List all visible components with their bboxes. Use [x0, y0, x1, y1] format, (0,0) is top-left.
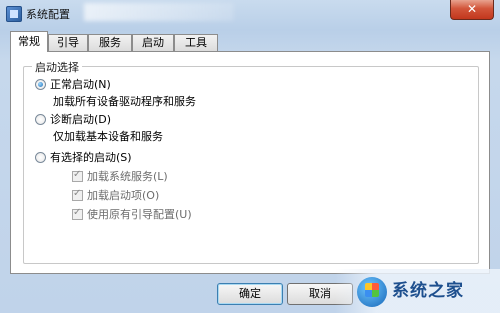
system-config-window: 系统配置 ✕ 常规 引导 服务 启动 工具 启动选择 正常启动(N) 加载所有设…	[0, 0, 500, 313]
normal-startup-label: 正常启动(N)	[50, 78, 111, 91]
title-blur-area	[84, 3, 234, 21]
load-startup-items-option[interactable]: 加载启动项(O)	[72, 188, 159, 202]
window-title: 系统配置	[26, 8, 70, 21]
load-system-services-checkbox[interactable]	[72, 169, 83, 182]
title-bar[interactable]: 系统配置 ✕	[0, 0, 500, 28]
tab-general[interactable]: 常规	[10, 31, 48, 52]
normal-startup-description: 加载所有设备驱动程序和服务	[53, 95, 196, 108]
normal-startup-option[interactable]: 正常启动(N)	[35, 77, 111, 91]
ok-button[interactable]: 确定	[217, 283, 283, 305]
use-original-boot-config-label: 使用原有引导配置(U)	[87, 208, 192, 221]
load-startup-items-checkbox[interactable]	[72, 188, 83, 201]
diagnostic-startup-radio[interactable]	[35, 113, 46, 125]
msconfig-app-icon	[6, 6, 22, 22]
tab-startup[interactable]: 启动	[132, 34, 174, 51]
tab-tools[interactable]: 工具	[174, 34, 218, 51]
group-legend: 启动选择	[32, 59, 82, 75]
use-original-boot-config-checkbox[interactable]	[72, 207, 83, 220]
load-system-services-option[interactable]: 加载系统服务(L)	[72, 169, 168, 183]
load-startup-items-label: 加载启动项(O)	[87, 189, 160, 202]
watermark: 系统之家	[335, 269, 500, 313]
diagnostic-startup-description: 仅加载基本设备和服务	[53, 130, 163, 143]
startup-selection-group: 启动选择 正常启动(N) 加载所有设备驱动程序和服务 诊断启动(D) 仅加载基本…	[23, 59, 479, 264]
watermark-logo-icon	[357, 277, 387, 307]
load-system-services-label: 加载系统服务(L)	[87, 170, 168, 183]
selective-startup-radio[interactable]	[35, 151, 46, 163]
close-button[interactable]: ✕	[450, 0, 494, 20]
tab-services[interactable]: 服务	[88, 34, 132, 51]
selective-startup-label: 有选择的启动(S)	[50, 151, 132, 164]
diagnostic-startup-label: 诊断启动(D)	[50, 113, 112, 126]
tab-boot[interactable]: 引导	[48, 34, 88, 51]
watermark-text: 系统之家	[392, 281, 464, 301]
use-original-boot-config-option[interactable]: 使用原有引导配置(U)	[72, 207, 192, 221]
general-tab-panel: 启动选择 正常启动(N) 加载所有设备驱动程序和服务 诊断启动(D) 仅加载基本…	[10, 51, 490, 274]
selective-startup-option[interactable]: 有选择的启动(S)	[35, 150, 132, 164]
diagnostic-startup-option[interactable]: 诊断启动(D)	[35, 112, 111, 126]
normal-startup-radio[interactable]	[35, 78, 46, 90]
